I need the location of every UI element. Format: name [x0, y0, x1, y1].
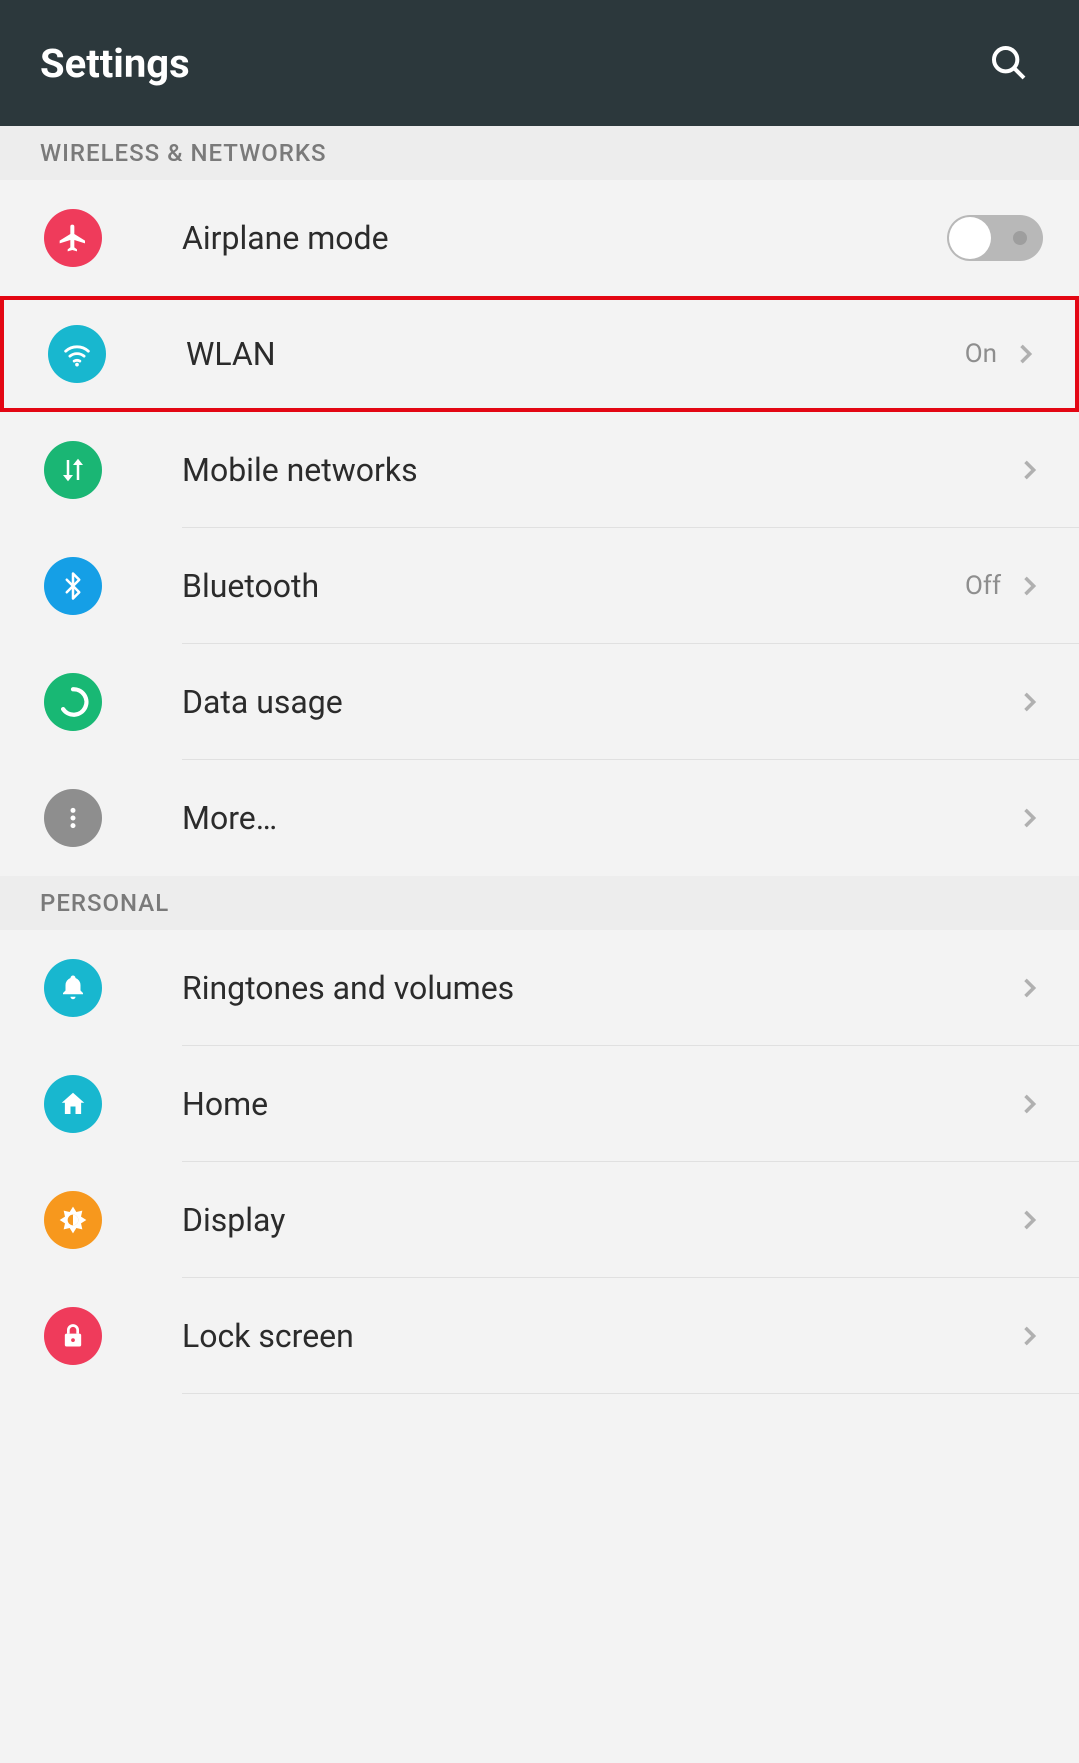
data-usage-label: Data usage: [182, 683, 1015, 721]
chevron-right-icon: [1015, 572, 1043, 600]
more-label: More…: [182, 799, 1015, 837]
row-data-usage[interactable]: Data usage: [0, 644, 1079, 760]
airplane-toggle[interactable]: [947, 215, 1043, 261]
mobile-data-icon: [44, 441, 102, 499]
row-airplane-mode[interactable]: Airplane mode: [0, 180, 1079, 296]
wifi-icon: [48, 325, 106, 383]
page-title: Settings: [40, 40, 190, 87]
bluetooth-label: Bluetooth: [182, 567, 965, 605]
search-icon: [989, 43, 1029, 83]
brightness-icon: [44, 1191, 102, 1249]
row-wlan[interactable]: WLAN On: [0, 296, 1079, 412]
row-bluetooth[interactable]: Bluetooth Off: [0, 528, 1079, 644]
row-ringtones[interactable]: Ringtones and volumes: [0, 930, 1079, 1046]
chevron-right-icon: [1015, 974, 1043, 1002]
chevron-right-icon: [1011, 340, 1039, 368]
wlan-label: WLAN: [186, 335, 965, 373]
chevron-right-icon: [1015, 1090, 1043, 1118]
app-header: Settings: [0, 0, 1079, 126]
row-mobile-networks[interactable]: Mobile networks: [0, 412, 1079, 528]
data-usage-icon: [44, 673, 102, 731]
bell-icon: [44, 959, 102, 1017]
row-lock-screen[interactable]: Lock screen: [0, 1278, 1079, 1394]
airplane-label: Airplane mode: [182, 219, 947, 257]
lock-icon: [44, 1307, 102, 1365]
ringtones-label: Ringtones and volumes: [182, 969, 1015, 1007]
more-icon: [44, 789, 102, 847]
chevron-right-icon: [1015, 1206, 1043, 1234]
mobile-networks-label: Mobile networks: [182, 451, 1015, 489]
row-home[interactable]: Home: [0, 1046, 1079, 1162]
row-more[interactable]: More…: [0, 760, 1079, 876]
home-label: Home: [182, 1085, 1015, 1123]
section-header-personal: PERSONAL: [0, 876, 1079, 930]
row-divider: [182, 1393, 1079, 1394]
display-label: Display: [182, 1201, 1015, 1239]
chevron-right-icon: [1015, 1322, 1043, 1350]
toggle-off-indicator: [1013, 231, 1027, 245]
lock-screen-label: Lock screen: [182, 1317, 1015, 1355]
bluetooth-icon: [44, 557, 102, 615]
wlan-status: On: [965, 339, 997, 369]
search-button[interactable]: [983, 37, 1035, 89]
airplane-icon: [44, 209, 102, 267]
row-display[interactable]: Display: [0, 1162, 1079, 1278]
home-icon: [44, 1075, 102, 1133]
toggle-knob: [949, 217, 991, 259]
section-header-wireless: WIRELESS & NETWORKS: [0, 126, 1079, 180]
chevron-right-icon: [1015, 804, 1043, 832]
chevron-right-icon: [1015, 456, 1043, 484]
chevron-right-icon: [1015, 688, 1043, 716]
bluetooth-status: Off: [965, 571, 1001, 601]
